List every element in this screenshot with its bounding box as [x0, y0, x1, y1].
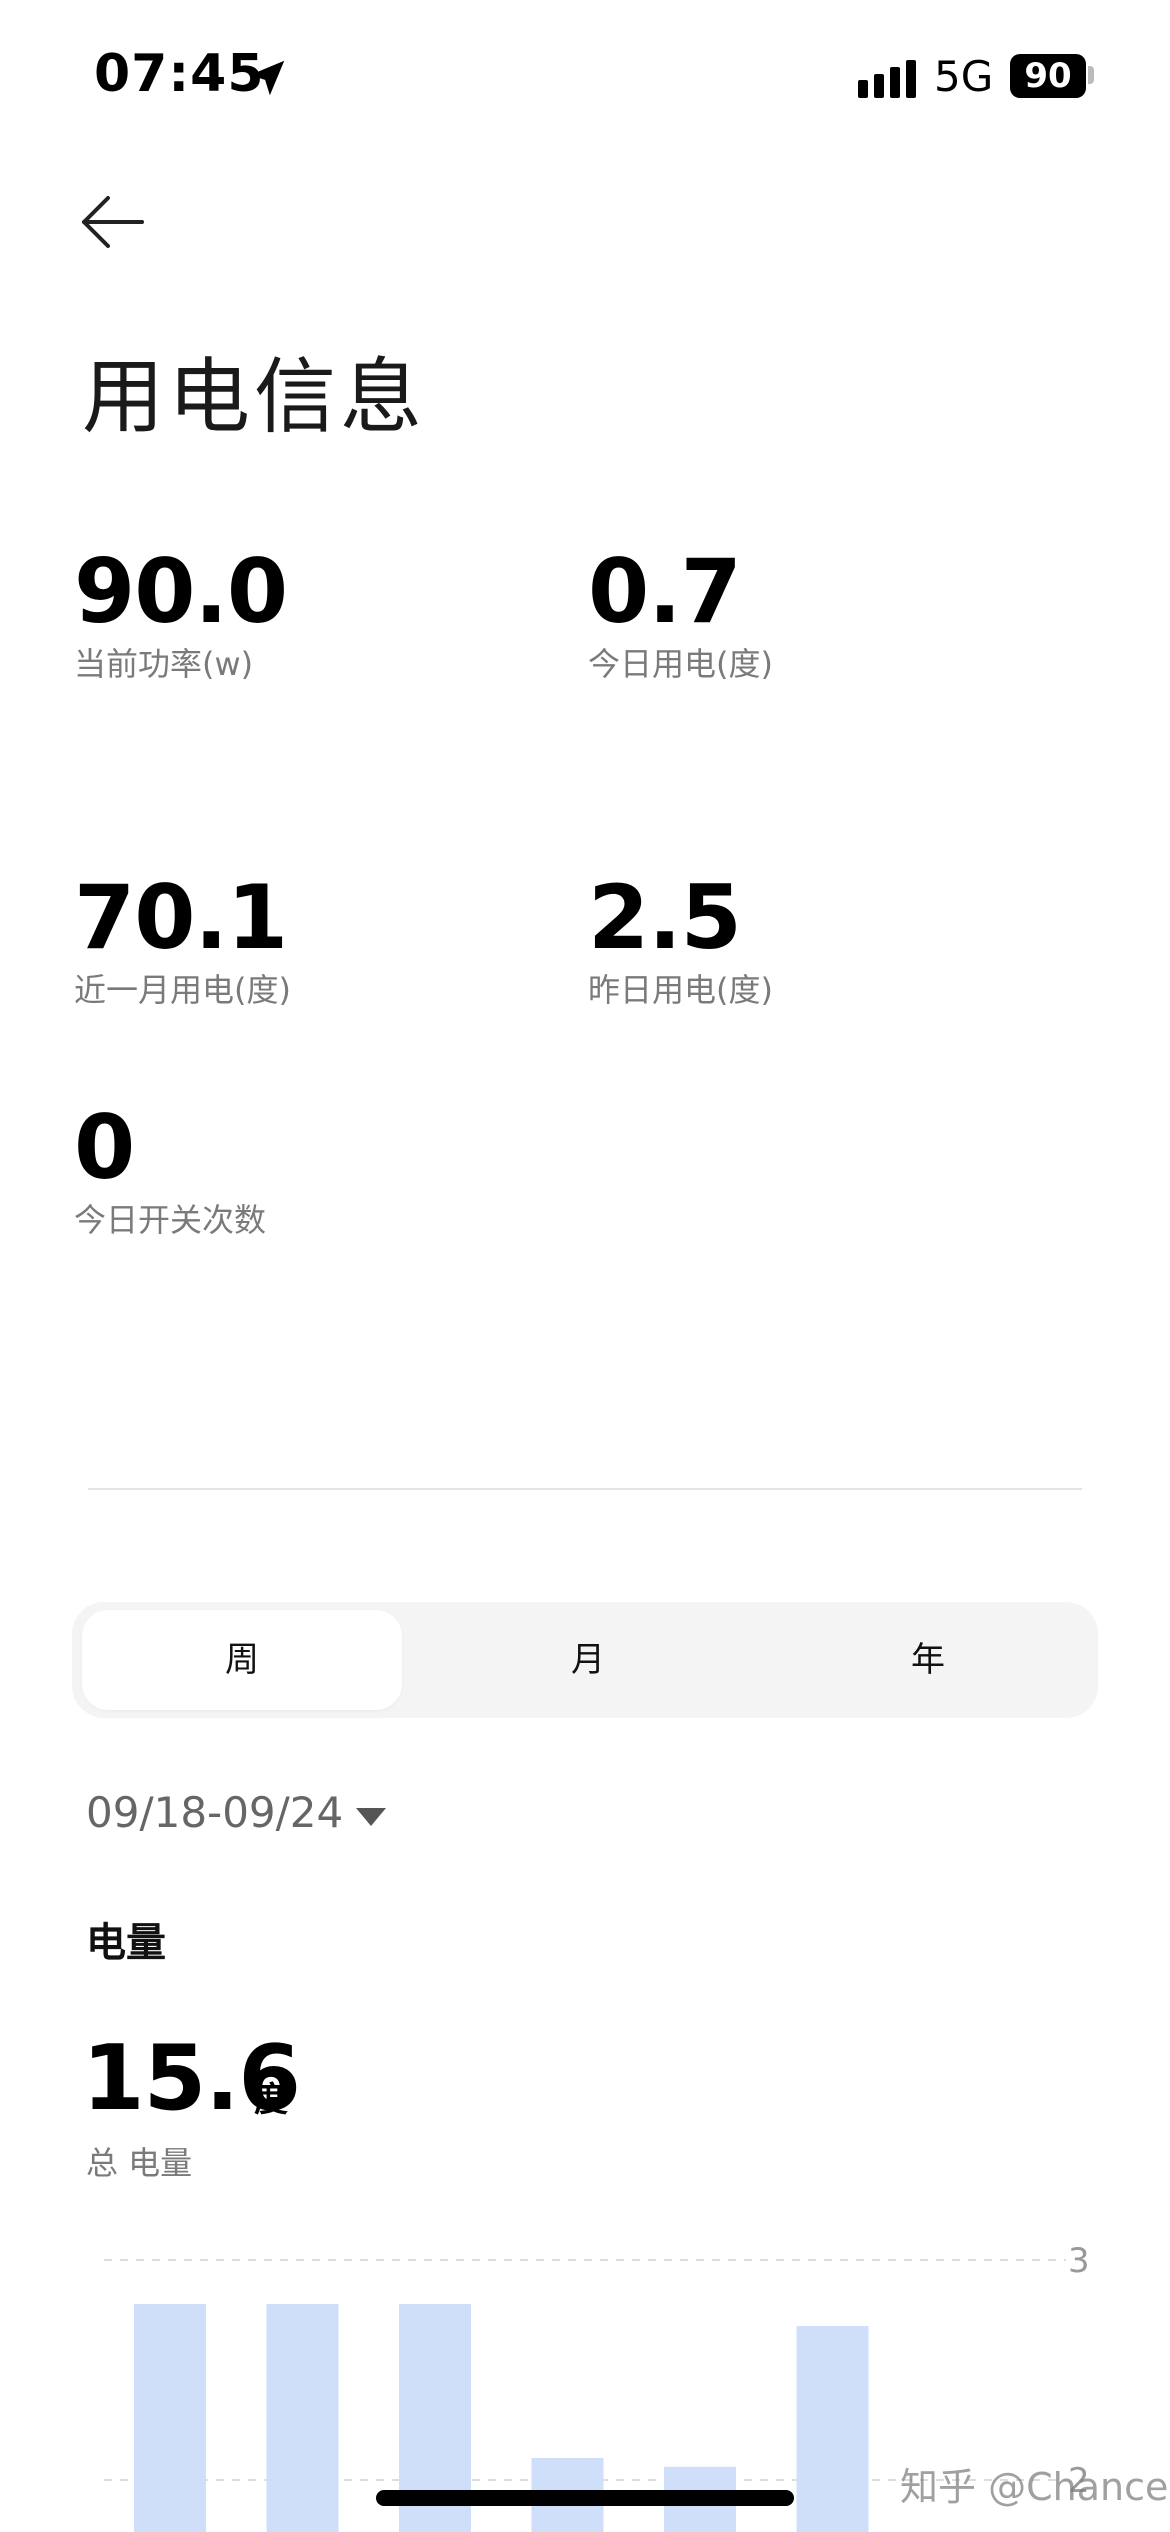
dropdown-caret-icon[interactable] — [356, 1808, 386, 1826]
total-energy-unit: 度 — [254, 2080, 288, 2120]
stat-label: 昨日用电(度) — [588, 971, 773, 1009]
battery-icon: 90 — [1010, 54, 1086, 98]
period-segmented-control: 周 月 年 — [72, 1602, 1098, 1718]
stat-label: 今日用电(度) — [588, 645, 773, 683]
location-arrow-icon — [249, 60, 285, 96]
stat-value: 0.7 — [588, 540, 742, 643]
network-type: 5G — [934, 52, 994, 101]
stat-current-power: 90.0 当前功率(w) — [74, 540, 288, 685]
stat-label: 当前功率(w) — [74, 645, 254, 683]
chart-bar[interactable] — [266, 2304, 339, 2532]
y-tick-label: 3 — [1068, 2241, 1090, 2281]
stat-value: 70.1 — [74, 866, 288, 969]
status-time: 07:45 — [94, 44, 265, 104]
stat-value: 90.0 — [74, 540, 288, 643]
watermark: 知乎 @Chance — [900, 2465, 1169, 2509]
stat-month-usage: 70.1 近一月用电(度) — [74, 866, 291, 1011]
energy-section-title: 电量 — [86, 1920, 166, 1966]
tab-month[interactable]: 月 — [428, 1610, 748, 1710]
tab-week[interactable]: 周 — [82, 1610, 402, 1710]
battery-nub — [1088, 66, 1094, 84]
total-energy-label: 总 电量 — [86, 2144, 193, 2182]
chart-bar[interactable] — [796, 2326, 869, 2532]
stat-value: 0 — [74, 1096, 135, 1199]
back-arrow-icon[interactable] — [78, 192, 146, 252]
stat-today-usage: 0.7 今日用电(度) — [588, 540, 773, 685]
signal-icon — [858, 60, 916, 98]
date-range-selector[interactable]: 09/18-09/24 — [86, 1788, 343, 1837]
stat-yesterday-usage: 2.5 昨日用电(度) — [588, 866, 773, 1011]
page-title: 用电信息 — [82, 350, 427, 445]
stat-value: 2.5 — [588, 866, 742, 969]
tab-year[interactable]: 年 — [768, 1610, 1088, 1710]
stat-label: 今日开关次数 — [74, 1201, 267, 1239]
stat-switch-count: 0 今日开关次数 — [74, 1096, 266, 1241]
divider — [88, 1488, 1082, 1490]
home-indicator — [376, 2490, 794, 2506]
chart-bar[interactable] — [134, 2304, 206, 2532]
stat-label: 近一月用电(度) — [74, 971, 291, 1009]
